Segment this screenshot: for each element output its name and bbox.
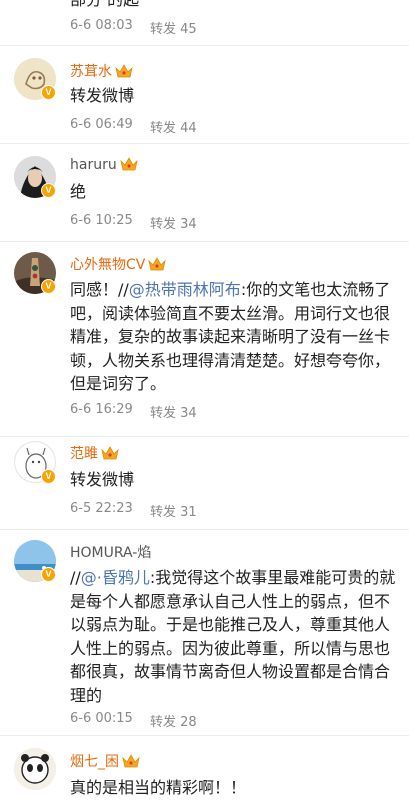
mention-link[interactable]: @热带雨林阿布 — [129, 280, 241, 299]
avatar[interactable] — [14, 748, 56, 790]
user-name[interactable]: 苏茸水 — [70, 61, 133, 81]
list-item: 部分 的起 6-6 08:03 转发 45 — [0, 0, 409, 46]
repost-list: 部分 的起 6-6 08:03 转发 45 V 苏茸水 转发微博 6-6 06:… — [0, 0, 409, 800]
crown-icon — [122, 754, 140, 768]
verified-badge-icon: V — [41, 85, 56, 100]
repost-count[interactable]: 转发 28 — [150, 711, 197, 730]
list-item: V 心外無物CV 同感！//@热带雨林阿布:你的文笔也太流畅了吧，阅读体验简直不… — [0, 242, 409, 437]
repost-meta: 6-6 10:25 转发 34 — [70, 213, 197, 232]
repost-time: 6-6 10:25 — [70, 213, 133, 228]
repost-meta: 6-6 16:29 转发 34 — [70, 402, 197, 421]
repost-meta: 6-6 00:15 转发 28 — [70, 711, 197, 730]
repost-meta: 6-6 06:49 转发 44 — [70, 117, 197, 136]
list-item: V 范雎 转发微博 6-5 22:23 转发 31 — [0, 437, 409, 530]
verified-badge-icon: V — [41, 567, 56, 582]
repost-time: 6-6 16:29 — [70, 402, 133, 417]
list-item: V HOMURA-焰 //@·昏鸦儿:我觉得这个故事里最难能可贵的就是每个人都愿… — [0, 530, 409, 736]
repost-count[interactable]: 转发 34 — [150, 213, 197, 232]
repost-count[interactable]: 转发 44 — [150, 117, 197, 136]
list-item: V haruru 绝 6-6 10:25 转发 34 — [0, 144, 409, 242]
mention-link[interactable]: @·昏鸦儿 — [81, 568, 150, 587]
crown-icon — [115, 64, 133, 78]
list-item: 烟七_困 真的是相当的精彩啊！！ — [0, 736, 409, 800]
repost-text: 真的是相当的精彩啊！！ — [70, 778, 247, 797]
repost-time: 6-5 22:23 — [70, 501, 133, 516]
repost-count[interactable]: 转发 45 — [150, 18, 197, 37]
crown-icon — [120, 157, 138, 171]
repost-time: 6-6 08:03 — [70, 18, 133, 33]
verified-badge-icon: V — [41, 469, 56, 484]
repost-time: 6-6 06:49 — [70, 117, 133, 132]
verified-badge-icon: V — [41, 279, 56, 294]
user-name[interactable]: 范雎 — [70, 443, 119, 463]
repost-text: 部分 的起 — [70, 0, 400, 12]
repost-count[interactable]: 转发 31 — [150, 501, 197, 520]
repost-text: 同感！//@热带雨林阿布:你的文笔也太流畅了吧，阅读体验简直不要太丝滑。用词行文… — [70, 280, 391, 393]
crown-icon — [148, 257, 167, 271]
repost-text: //@·昏鸦儿:我觉得这个故事里最难能可贵的就是每个人都愿意承认自己人性上的弱点… — [70, 568, 396, 705]
repost-count[interactable]: 转发 34 — [150, 402, 197, 421]
crown-icon — [101, 446, 119, 460]
repost-time: 6-6 00:15 — [70, 711, 133, 726]
user-name[interactable]: 心外無物CV — [70, 254, 167, 274]
repost-text: 转发微博 — [70, 470, 135, 489]
verified-badge-icon: V — [41, 183, 56, 198]
user-name[interactable]: 烟七_困 — [70, 751, 140, 771]
repost-text: 绝 — [70, 182, 87, 201]
repost-meta: 6-6 08:03 转发 45 — [70, 18, 197, 37]
user-name[interactable]: HOMURA-焰 — [70, 542, 151, 562]
list-item: V 苏茸水 转发微博 6-6 06:49 转发 44 — [0, 46, 409, 144]
repost-meta: 6-5 22:23 转发 31 — [70, 501, 197, 520]
user-name[interactable]: haruru — [70, 157, 138, 173]
repost-text: 转发微博 — [70, 86, 135, 105]
